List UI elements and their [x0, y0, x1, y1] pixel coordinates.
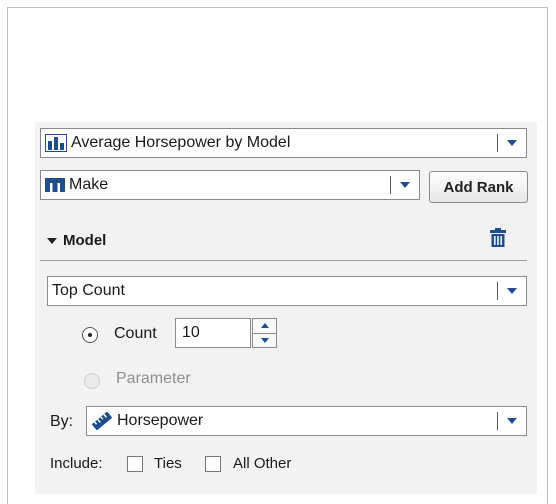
collapse-triangle-icon[interactable] [47, 237, 57, 244]
stepper-up-icon[interactable] [253, 319, 276, 334]
chart-selector-value: Average Horsepower by Model [71, 134, 291, 151]
rank-section-header[interactable]: Model [47, 232, 106, 249]
by-label: By: [50, 413, 74, 430]
stepper-down-icon[interactable] [253, 334, 276, 348]
count-radio[interactable] [82, 327, 98, 343]
all-other-checkbox[interactable] [205, 456, 221, 472]
trash-icon[interactable] [489, 228, 507, 248]
by-measure-value: Horsepower [117, 412, 204, 429]
add-rank-button[interactable]: Add Rank [429, 171, 528, 203]
category-selector-dropdown[interactable]: Make [40, 170, 420, 200]
count-input[interactable]: 10 [175, 318, 251, 348]
rank-type-value: Top Count [52, 282, 125, 299]
rank-type-dropdown[interactable]: Top Count [47, 276, 527, 306]
count-value: 10 [182, 324, 200, 341]
chevron-down-icon[interactable] [498, 140, 526, 146]
section-divider [40, 260, 527, 261]
category-selector-value: Make [69, 176, 109, 193]
by-measure-dropdown[interactable]: Horsepower [86, 406, 527, 436]
bar-chart-icon [45, 134, 67, 152]
include-label: Include: [50, 455, 103, 472]
count-label: Count [114, 325, 157, 342]
all-other-label: All Other [233, 455, 292, 472]
parameter-label: Parameter [116, 370, 191, 387]
parameter-radio[interactable] [84, 373, 100, 389]
count-stepper[interactable] [252, 318, 277, 348]
category-icon [45, 178, 65, 192]
chart-selector-dropdown[interactable]: Average Horsepower by Model [40, 128, 527, 158]
chevron-down-icon[interactable] [498, 288, 526, 294]
ties-label: Ties [154, 455, 182, 472]
chevron-down-icon[interactable] [498, 418, 526, 424]
ties-checkbox[interactable] [127, 456, 143, 472]
measure-icon [91, 412, 113, 430]
chevron-down-icon[interactable] [391, 182, 419, 188]
rank-section-title: Model [63, 232, 107, 249]
